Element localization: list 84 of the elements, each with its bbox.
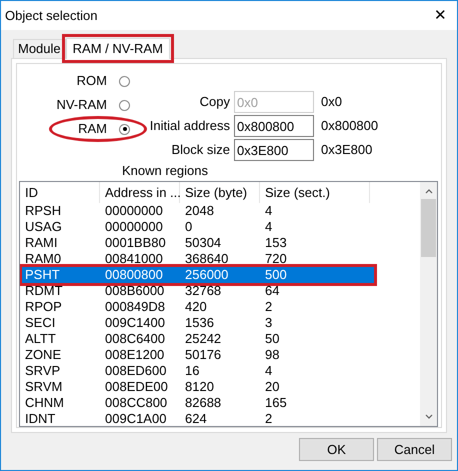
table-cell-text: RDMT: [24, 283, 64, 300]
table-cell-text: 00000000: [104, 203, 164, 220]
table-cell-text: SRVM: [24, 379, 64, 396]
table-cell-text: 008C6400: [104, 331, 166, 348]
field-label: Initial address: [148, 117, 231, 136]
radio-button[interactable]: [119, 76, 130, 86]
table-cell-text: 50176: [184, 347, 222, 364]
column-header[interactable]: Size (byte): [180, 182, 260, 204]
scrollbar[interactable]: [420, 182, 437, 426]
table-cell-text: 368640: [184, 251, 230, 268]
table-cell-text: SRVP: [24, 363, 62, 380]
table-cell-text: 0: [184, 219, 194, 236]
radio-label: RAM: [78, 120, 107, 138]
field-label: Copy: [198, 93, 231, 112]
input-field[interactable]: 0x800800: [234, 115, 314, 137]
table-cell-text: 8120: [184, 379, 215, 396]
table-cell-text: 0001BB80: [104, 235, 167, 252]
table-cell-text: ZONE: [24, 347, 62, 364]
field-reading: 0x800800: [321, 117, 378, 136]
table-cell-text: SECI: [24, 315, 56, 332]
table-cell-text: ALTT: [24, 331, 57, 348]
table-cell-text: 25242: [184, 331, 222, 348]
table-cell-text: 008ED600: [104, 363, 168, 380]
table-cell-text: 82688: [184, 395, 222, 412]
table-cell-text: 256000: [184, 267, 230, 284]
table-cell-text: 008EDE00: [104, 379, 169, 396]
field-label: Block size: [170, 141, 231, 160]
window-title: Object selection: [5, 6, 98, 25]
table-cell-text: 2048: [184, 203, 215, 220]
table-cell-text: 1536: [184, 315, 215, 332]
table-cell-text: 500: [264, 267, 288, 284]
table-cell-text: 3: [264, 315, 274, 332]
table-cell-text: RAMI: [24, 235, 58, 252]
table-cell-text: 00000000: [104, 219, 164, 236]
table-cell-text: 008B6000: [104, 283, 166, 300]
table-cell-text: 009C1A00: [104, 411, 168, 426]
dialog-button[interactable]: OK: [299, 438, 374, 461]
table-cell-text: RAM0: [24, 251, 62, 268]
close-button[interactable]: ✕: [434, 8, 447, 23]
scroll-up-icon[interactable]: [424, 189, 432, 194]
table-cell-text: RPOP: [24, 299, 63, 316]
table-cell-text: 153: [264, 235, 288, 252]
column-header[interactable]: Address in ...: [100, 182, 180, 204]
scroll-down-icon[interactable]: [424, 414, 432, 419]
table-cell-text: CHNM: [24, 395, 65, 412]
dialog-button[interactable]: Cancel: [377, 438, 452, 461]
table-cell-text: 20: [264, 379, 280, 396]
field-reading: 0x0: [321, 93, 342, 112]
table-cell-text: USAG: [24, 219, 63, 236]
table-cell-text: 624: [184, 411, 208, 426]
field-reading: 0x3E800: [321, 141, 372, 160]
radio-label: NV-RAM: [56, 96, 107, 114]
table-cell-text: RPSH: [24, 203, 62, 220]
table-cell-text: 2: [264, 299, 274, 316]
table-cell-text: 009C1400: [104, 315, 166, 332]
table-cell-text: 64: [264, 283, 280, 300]
radio-label: ROM: [76, 72, 107, 90]
section-title: Known regions: [122, 163, 208, 178]
table-cell-text: 16: [184, 363, 200, 380]
table-cell-text: 720: [264, 251, 288, 268]
table-cell-text: 32768: [184, 283, 222, 300]
table-cell-text: 420: [184, 299, 208, 316]
table-cell-text: 50: [264, 331, 280, 348]
table-cell-text: 2: [264, 411, 274, 426]
tab[interactable]: Module: [13, 39, 66, 58]
radio-button[interactable]: [119, 124, 130, 134]
column-header[interactable]: ID: [20, 182, 100, 204]
table-cell-text: 4: [264, 203, 274, 220]
table-cell-text: 165: [264, 395, 288, 412]
table-cell-text: 00800800: [104, 267, 164, 284]
table-cell-text: IDNT: [24, 411, 56, 426]
table-cell-text: 00841000: [104, 251, 164, 268]
table-cell-text: 000849D8: [104, 299, 166, 316]
table-cell-text: 4: [264, 363, 274, 380]
input-field[interactable]: 0x3E800: [234, 139, 314, 161]
radio-button[interactable]: [119, 100, 130, 110]
table-cell-text: 008CC800: [104, 395, 168, 412]
scroll-thumb[interactable]: [421, 199, 436, 258]
table-cell-text: PSHT: [24, 267, 61, 284]
table-cell-text: 4: [264, 219, 274, 236]
column-header[interactable]: Size (sect.): [260, 182, 370, 204]
table-cell-text: 008E1200: [104, 347, 166, 364]
table-cell-text: 50304: [184, 235, 222, 252]
table-cell-text: 98: [264, 347, 280, 364]
